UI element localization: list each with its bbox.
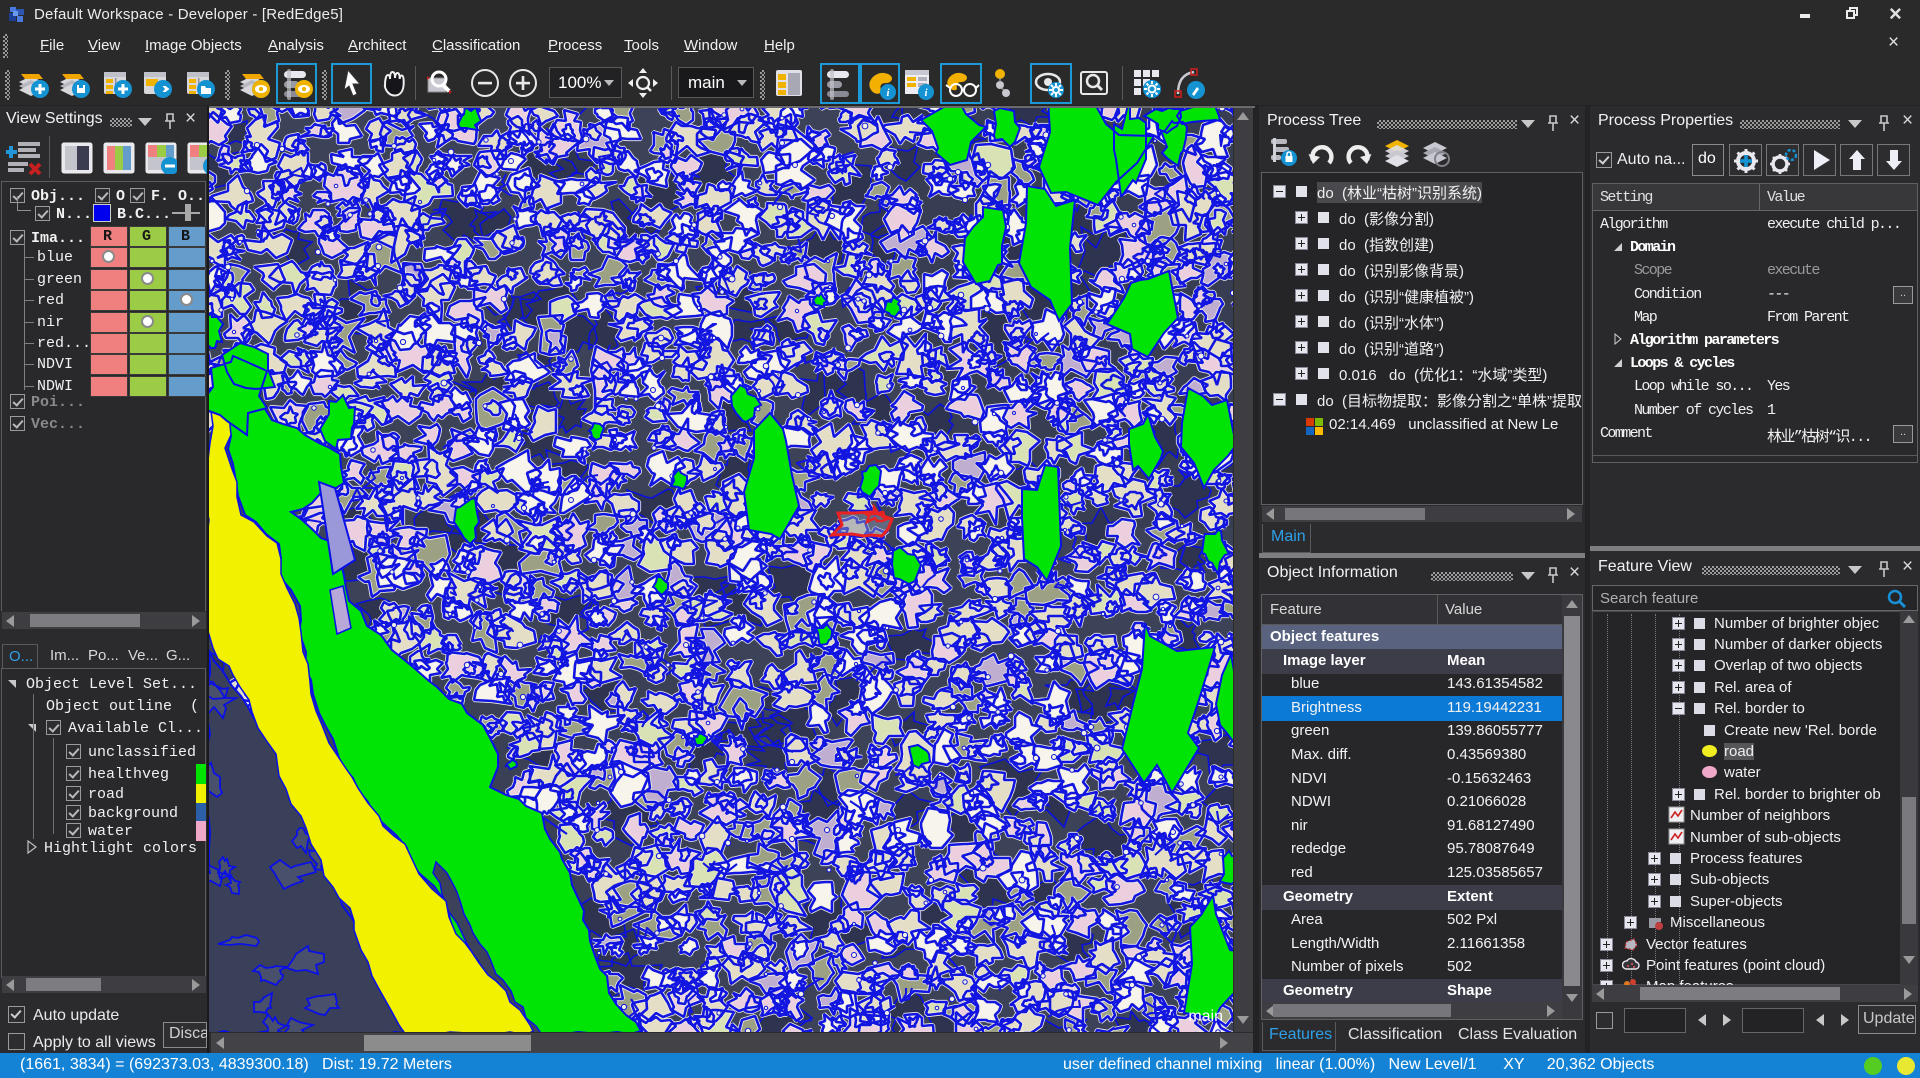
svg-text:main: main xyxy=(1188,1008,1223,1025)
